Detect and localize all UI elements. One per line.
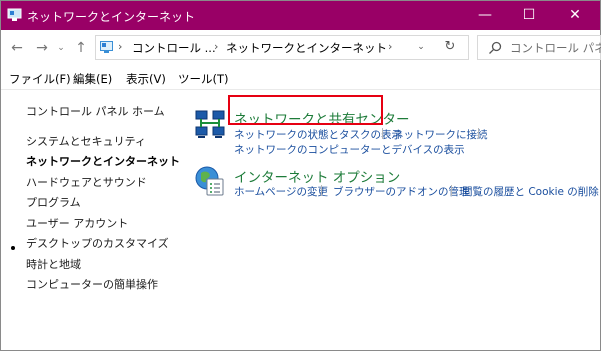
breadcrumb-separator-icon: › — [214, 40, 219, 53]
link-divider — [478, 128, 479, 139]
control-panel-icon — [100, 41, 113, 53]
breadcrumb-separator-icon[interactable]: › — [388, 40, 392, 53]
address-bar[interactable]: › コントロール ... › ネットワークとインターネット › ⌄ ↻ — [95, 35, 469, 60]
link-divider — [451, 185, 452, 196]
minimize-button[interactable]: — — [463, 1, 507, 30]
breadcrumb-network-internet[interactable]: ネットワークとインターネット — [226, 40, 387, 56]
maximize-button[interactable]: ☐ — [507, 1, 551, 30]
sidebar-item-user-accounts[interactable]: ユーザー アカウント — [26, 215, 128, 231]
internet-options-icon — [195, 166, 224, 196]
search-placeholder: コントロール パネル — [510, 41, 601, 55]
title-bar: ネットワークとインターネット — ☐ ✕ — [1, 1, 600, 30]
sidebar: コントロール パネル ホーム システムとセキュリティ ネットワークとインターネッ… — [1, 90, 181, 350]
address-dropdown-icon[interactable]: ⌄ — [414, 39, 428, 55]
control-panel-icon — [7, 8, 22, 21]
menu-view[interactable]: 表示(V) — [126, 71, 166, 87]
sidebar-item-ease-of-access[interactable]: コンピューターの簡単操作 — [26, 276, 158, 292]
back-arrow-icon[interactable]: ← — [9, 40, 25, 56]
category-content: ネットワークと共有センター ネットワークの状態とタスクの表示 ネットワークに接続… — [185, 90, 599, 350]
up-arrow-icon[interactable]: ↑ — [73, 40, 89, 56]
close-button[interactable]: ✕ — [553, 1, 597, 30]
search-box[interactable]: コントロール パネル — [477, 35, 601, 60]
sidebar-item-clock-region[interactable]: 時計と地域 — [26, 256, 81, 272]
breadcrumb-separator-icon: › — [118, 40, 123, 53]
menu-edit[interactable]: 編集(E) — [73, 71, 112, 87]
menu-bar: ファイル(F) 編集(E) 表示(V) ツール(T) — [1, 67, 600, 90]
search-icon — [489, 41, 502, 54]
link-manage-browser-addons[interactable]: ブラウザーのアドオンの管理 — [333, 184, 470, 199]
highlight-box — [228, 95, 383, 125]
link-connect-to-network[interactable]: ネットワークに接続 — [393, 127, 488, 142]
current-item-bullet-icon — [11, 246, 15, 250]
refresh-icon[interactable]: ↻ — [441, 38, 459, 56]
forward-arrow-icon[interactable]: → — [34, 40, 50, 56]
category-title-internet-options[interactable]: インターネット オプション — [234, 166, 400, 186]
breadcrumb-control-panel[interactable]: コントロール ... — [132, 40, 216, 56]
recent-locations-chevron-icon[interactable]: ⌄ — [53, 40, 69, 56]
sidebar-item-system-security[interactable]: システムとセキュリティ — [26, 133, 146, 149]
sidebar-item-hardware-sound[interactable]: ハードウェアとサウンド — [26, 174, 147, 190]
sidebar-item-control-panel-home[interactable]: コントロール パネル ホーム — [26, 103, 165, 119]
sidebar-item-network-internet[interactable]: ネットワークとインターネット — [26, 153, 180, 169]
link-view-network-status[interactable]: ネットワークの状態とタスクの表示 — [234, 127, 402, 142]
link-view-network-devices[interactable]: ネットワークのコンピューターとデバイスの表示 — [234, 142, 465, 157]
link-delete-browsing-history[interactable]: 閲覧の履歴と Cookie の削除 — [462, 184, 599, 199]
network-sharing-center-icon — [195, 110, 225, 138]
link-divider — [321, 185, 322, 196]
sidebar-item-programs[interactable]: プログラム — [26, 194, 81, 210]
address-row: ← → ⌄ ↑ › コントロール ... › ネットワークとインターネット › … — [1, 30, 601, 66]
link-change-home-page[interactable]: ホームページの変更 — [234, 184, 328, 199]
menu-tools[interactable]: ツール(T) — [178, 71, 229, 87]
link-divider — [382, 128, 383, 139]
menu-file[interactable]: ファイル(F) — [9, 71, 71, 87]
window-title: ネットワークとインターネット — [27, 10, 196, 24]
sidebar-item-personalization[interactable]: デスクトップのカスタマイズ — [26, 235, 169, 251]
